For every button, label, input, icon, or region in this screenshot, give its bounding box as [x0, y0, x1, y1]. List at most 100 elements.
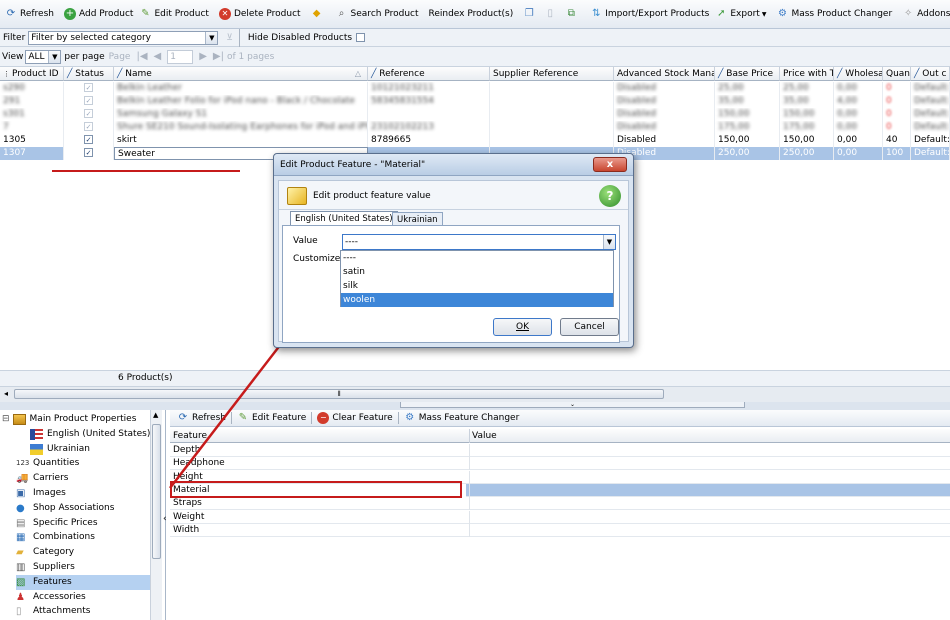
product-name-cell[interactable]: Belkin Leather Folio for iPod nano - Bla… — [114, 95, 368, 108]
tree-item-carriers[interactable]: 🚚 Carriers — [16, 471, 68, 486]
tree-item-attachments[interactable]: ▯ Attachments — [16, 604, 90, 619]
tree-item-ukrainian[interactable]: Ukrainian — [30, 442, 90, 457]
reference-cell[interactable]: 58345831554 — [368, 95, 490, 108]
help-icon[interactable]: ? — [599, 185, 621, 207]
table-row[interactable]: s301 ✓ Samsung Galaxy S1 Disabled 150,00 150,… — [0, 108, 950, 121]
scroll-left-icon[interactable]: ◂ — [4, 389, 8, 398]
status-checkbox-cell[interactable]: ✓ — [64, 108, 114, 121]
search-product-button[interactable]: ⌕ Search Product — [333, 3, 422, 25]
cancel-button[interactable]: Cancel — [560, 318, 619, 336]
supplier-reference-cell[interactable] — [490, 82, 614, 95]
col-header-price-tax[interactable]: Price with Ta — [780, 67, 834, 81]
out-of-stock-cell[interactable]: Default: ... — [911, 82, 950, 95]
collapse-icon[interactable]: ⊟ — [2, 412, 10, 427]
product-id-cell[interactable]: 1305 — [0, 134, 64, 147]
tree-item-suppliers[interactable]: ▥ Suppliers — [16, 560, 75, 575]
status-checkbox[interactable]: ✓ — [84, 148, 93, 157]
mass-product-changer-button[interactable]: ⚙ Mass Product Changer — [773, 3, 895, 25]
feature-name-cell[interactable]: Weight — [173, 511, 204, 524]
tree-scroll-thumb[interactable] — [152, 424, 161, 559]
dropdown-option[interactable]: satin — [341, 265, 613, 279]
tree-item-combinations[interactable]: ▦ Combinations — [16, 530, 95, 545]
out-of-stock-cell[interactable]: Default: ... — [911, 147, 950, 160]
product-id-cell[interactable]: s301 — [0, 108, 64, 121]
tree-item-specific-prices[interactable]: ▤ Specific Prices — [16, 516, 98, 531]
product-id-cell[interactable]: s290 — [0, 82, 64, 95]
quantity-cell[interactable]: 0 — [883, 108, 911, 121]
col-header-feature[interactable]: Feature — [173, 431, 207, 441]
wholesale-cell[interactable]: 0,00 — [834, 134, 883, 147]
out-of-stock-cell[interactable]: Default: ... — [911, 134, 950, 147]
out-of-stock-cell[interactable]: Default: ... — [911, 108, 950, 121]
tree-item-english-united-states[interactable]: English (United States) — [30, 427, 150, 442]
asm-cell[interactable]: Disabled — [614, 121, 715, 134]
wholesale-cell[interactable]: 0,00 — [834, 121, 883, 134]
quantity-cell[interactable]: 0 — [883, 95, 911, 108]
collapse-icon[interactable]: ‹ — [163, 514, 167, 524]
out-of-stock-cell[interactable]: Default: ... — [911, 121, 950, 134]
col-header-wholesale[interactable]: ╱ Wholesa — [834, 67, 883, 81]
col-header-product-id[interactable]: ⋮ Product ID — [0, 67, 64, 81]
status-checkbox[interactable]: ✓ — [84, 122, 93, 131]
tree-scrollbar[interactable]: ▲ — [150, 410, 162, 620]
copy-button[interactable]: ❐ — [520, 3, 541, 25]
hide-disabled-checkbox[interactable] — [356, 33, 366, 42]
asm-cell[interactable]: Disabled — [614, 134, 715, 147]
feature-row[interactable]: Depth — [170, 444, 950, 457]
feature-row[interactable]: Width — [170, 523, 950, 537]
product-id-cell[interactable]: 291 — [0, 95, 64, 108]
duplicate-button[interactable]: ⧉ — [562, 3, 583, 25]
status-checkbox-cell[interactable]: ✓ — [64, 134, 114, 147]
mass-feature-changer-button[interactable]: ⚙ Mass Feature Changer — [401, 411, 523, 426]
feature-name-cell[interactable]: Headphone — [173, 457, 225, 470]
paste-button[interactable]: ▯ — [541, 3, 562, 25]
feature-row[interactable]: Straps — [170, 497, 950, 511]
product-name-cell[interactable]: Samsung Galaxy S1 — [114, 108, 368, 121]
out-of-stock-cell[interactable]: Default: ... — [911, 95, 950, 108]
horizontal-scrollbar[interactable]: ◂ ⦀ — [0, 386, 950, 402]
price-tax-cell[interactable]: 250,00 — [780, 147, 834, 160]
value-select[interactable]: ---- ▼ — [342, 234, 616, 250]
base-price-cell[interactable]: 250,00 — [715, 147, 780, 160]
reference-cell[interactable]: 23102102213 — [368, 121, 490, 134]
dropdown-option-selected[interactable]: woolen — [341, 293, 613, 307]
product-id-cell[interactable]: 1307 — [0, 147, 64, 160]
tree-item-accessories[interactable]: ♟ Accessories — [16, 590, 86, 605]
splitter-handle[interactable]: ⌄ — [400, 402, 745, 408]
filter-select[interactable]: Filter by selected category ▼ — [28, 30, 219, 45]
col-header-name[interactable]: ╱ Name △ — [114, 67, 368, 81]
supplier-reference-cell[interactable] — [490, 134, 614, 147]
base-price-cell[interactable]: 35,00 — [715, 95, 780, 108]
product-id-cell[interactable]: 7 — [0, 121, 64, 134]
panel-splitter[interactable]: ⌄ — [0, 402, 950, 410]
supplier-reference-cell[interactable] — [490, 108, 614, 121]
wholesale-cell[interactable]: 4,00 — [834, 95, 883, 108]
diamond-button[interactable]: ◆ — [308, 3, 329, 25]
asm-cell[interactable]: Disabled — [614, 95, 715, 108]
tab-english[interactable]: English (United States) — [290, 211, 398, 226]
col-header-supplier-reference[interactable]: Supplier Reference — [490, 67, 614, 81]
refresh-button[interactable]: ⟳ Refresh — [2, 3, 57, 25]
view-select[interactable]: ALL ▼ — [25, 49, 62, 64]
col-header-reference[interactable]: ╱ Reference — [368, 67, 490, 81]
col-header-quantity[interactable]: Quant — [883, 67, 911, 81]
status-checkbox-cell[interactable]: ✓ — [64, 121, 114, 134]
dropdown-option[interactable]: ---- — [341, 251, 613, 265]
dialog-close-button[interactable]: x — [593, 157, 627, 172]
product-name-cell[interactable]: skirt — [114, 134, 368, 147]
addons-button[interactable]: ✧ Addons — [899, 3, 950, 25]
first-page-icon[interactable]: |◀ — [136, 51, 147, 62]
quantity-cell[interactable]: 40 — [883, 134, 911, 147]
base-price-cell[interactable]: 150,00 — [715, 134, 780, 147]
ok-button[interactable]: OK — [493, 318, 552, 336]
status-checkbox-cell[interactable]: ✓ — [64, 95, 114, 108]
col-header-value[interactable]: Value — [472, 431, 497, 441]
price-tax-cell[interactable]: 35,00 — [780, 95, 834, 108]
supplier-reference-cell[interactable] — [490, 121, 614, 134]
dialog-titlebar[interactable]: Edit Product Feature - "Material" x — [274, 154, 633, 176]
status-checkbox-cell[interactable]: ✓ — [64, 147, 114, 160]
quantity-cell[interactable]: 0 — [883, 121, 911, 134]
col-header-out-of-stock[interactable]: ╱ Out c — [911, 67, 950, 81]
last-page-icon[interactable]: ▶| — [213, 51, 224, 62]
edit-feature-button[interactable]: ✎ Edit Feature — [234, 411, 309, 426]
